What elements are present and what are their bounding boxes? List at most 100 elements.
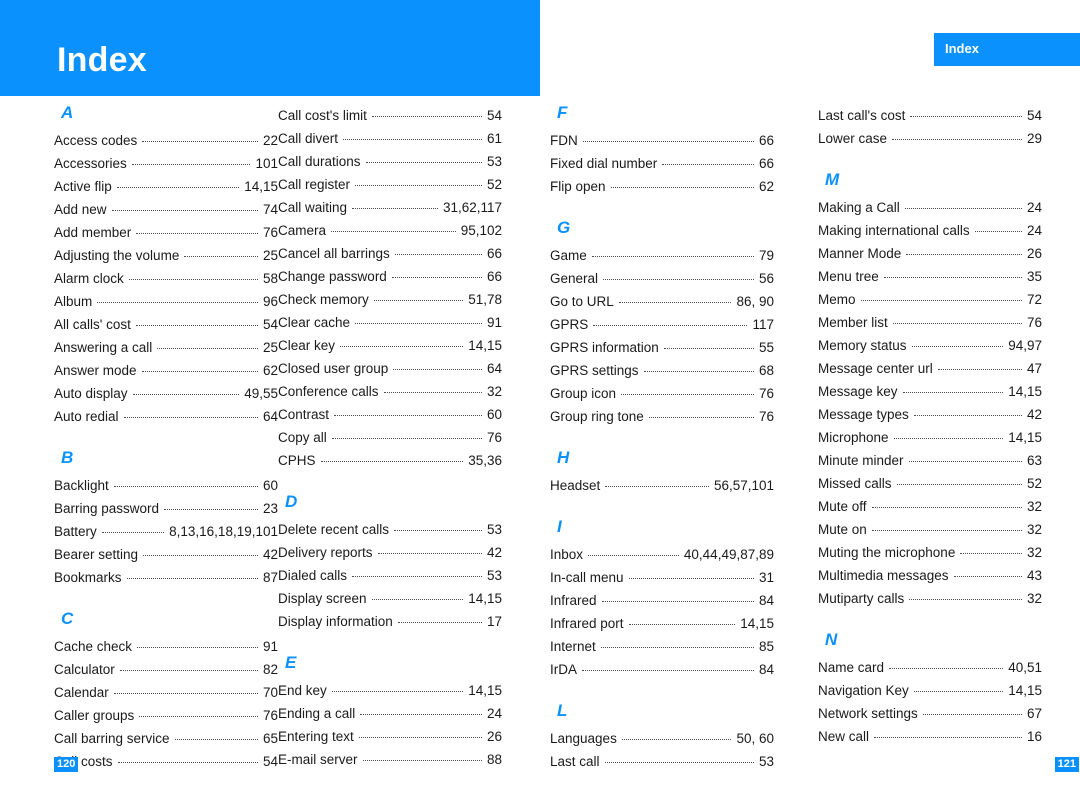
index-entry[interactable]: Check memory 51,78 <box>278 288 502 311</box>
index-entry[interactable]: Delivery reports 42 <box>278 541 502 564</box>
index-entry[interactable]: Missed calls 52 <box>818 472 1042 495</box>
index-entry[interactable]: Answering a call 25 <box>54 336 278 359</box>
index-entry[interactable]: Manner Mode 26 <box>818 242 1042 265</box>
index-entry[interactable]: Call waiting 31,62,117 <box>278 196 502 219</box>
index-entry[interactable]: Last call 53 <box>550 750 774 773</box>
index-entry[interactable]: Adjusting the volume 25 <box>54 244 278 267</box>
index-entry[interactable]: Member list 76 <box>818 311 1042 334</box>
index-entry[interactable]: Call costs 54 <box>54 750 278 773</box>
index-entry[interactable]: Multimedia messages 43 <box>818 564 1042 587</box>
index-entry[interactable]: Minute minder 63 <box>818 449 1042 472</box>
index-entry[interactable]: IrDA 84 <box>550 658 774 681</box>
index-entry[interactable]: Clear cache 91 <box>278 311 502 334</box>
index-entry[interactable]: Cancel all barrings 66 <box>278 242 502 265</box>
index-entry[interactable]: Call cost's limit 54 <box>278 104 502 127</box>
index-entry[interactable]: Muting the microphone 32 <box>818 541 1042 564</box>
index-entry[interactable]: Camera 95,102 <box>278 219 502 242</box>
index-entry[interactable]: Flip open 62 <box>550 175 774 198</box>
index-entry[interactable]: Delete recent calls 53 <box>278 518 502 541</box>
index-entry[interactable]: Mute on 32 <box>818 518 1042 541</box>
index-entry[interactable]: Calculator 82 <box>54 658 278 681</box>
index-entry[interactable]: Contrast 60 <box>278 403 502 426</box>
index-entry-page: 51,78 <box>468 292 502 307</box>
index-entry[interactable]: Ending a call 24 <box>278 702 502 725</box>
index-entry[interactable]: Message key 14,15 <box>818 380 1042 403</box>
index-entry[interactable]: Message center url 47 <box>818 357 1042 380</box>
index-entry[interactable]: Accessories 101 <box>54 152 278 175</box>
index-entry[interactable]: E-mail server 88 <box>278 748 502 771</box>
index-entry[interactable]: Making international calls 24 <box>818 219 1042 242</box>
index-entry[interactable]: Bearer setting 42 <box>54 543 278 566</box>
index-entry[interactable]: Fixed dial number 66 <box>550 152 774 175</box>
index-entry[interactable]: Infrared 84 <box>550 589 774 612</box>
index-entry[interactable]: FDN 66 <box>550 129 774 152</box>
index-entry-label: Microphone <box>818 430 889 445</box>
index-entry[interactable]: GPRS 117 <box>550 313 774 336</box>
index-entry-label: GPRS information <box>550 340 659 355</box>
index-entry[interactable]: Display information 17 <box>278 610 502 633</box>
index-entry[interactable]: Entering text 26 <box>278 725 502 748</box>
index-entry[interactable]: New call 16 <box>818 725 1042 748</box>
index-entry[interactable]: Active flip 14,15 <box>54 175 278 198</box>
index-entry[interactable]: All calls' cost 54 <box>54 313 278 336</box>
index-entry-label: Last call <box>550 754 600 769</box>
index-entry[interactable]: Answer mode 62 <box>54 359 278 382</box>
index-entry[interactable]: Languages 50, 60 <box>550 727 774 750</box>
index-entry[interactable]: Lower case 29 <box>818 127 1042 150</box>
index-entry[interactable]: Name card 40,51 <box>818 656 1042 679</box>
index-entry[interactable]: Backlight 60 <box>54 474 278 497</box>
index-entry[interactable]: Add new 74 <box>54 198 278 221</box>
index-entry[interactable]: Auto display 49,55 <box>54 382 278 405</box>
index-entry[interactable]: Display screen 14,15 <box>278 587 502 610</box>
index-entry[interactable]: Call register 52 <box>278 173 502 196</box>
index-entry[interactable]: Game 79 <box>550 244 774 267</box>
index-entry[interactable]: Clear key 14,15 <box>278 334 502 357</box>
index-entry[interactable]: Group ring tone 76 <box>550 405 774 428</box>
index-entry[interactable]: Making a Call 24 <box>818 196 1042 219</box>
index-entry[interactable]: General 56 <box>550 267 774 290</box>
index-entry[interactable]: Mutiparty calls 32 <box>818 587 1042 610</box>
index-entry[interactable]: Inbox 40,44,49,87,89 <box>550 543 774 566</box>
index-entry[interactable]: Battery 8,13,16,18,19,101 <box>54 520 278 543</box>
index-entry[interactable]: Call divert 61 <box>278 127 502 150</box>
index-entry[interactable]: Menu tree 35 <box>818 265 1042 288</box>
index-entry[interactable]: Navigation Key 14,15 <box>818 679 1042 702</box>
index-entry[interactable]: Cache check 91 <box>54 635 278 658</box>
index-entry[interactable]: Caller groups 76 <box>54 704 278 727</box>
index-entry[interactable]: Call barring service 65 <box>54 727 278 750</box>
index-entry[interactable]: Copy all 76 <box>278 426 502 449</box>
index-entry[interactable]: Microphone 14,15 <box>818 426 1042 449</box>
index-entry[interactable]: Access codes 22 <box>54 129 278 152</box>
index-entry[interactable]: Last call's cost 54 <box>818 104 1042 127</box>
index-entry-label: Call barring service <box>54 731 170 746</box>
index-entry[interactable]: Bookmarks 87 <box>54 566 278 589</box>
index-entry[interactable]: Alarm clock 58 <box>54 267 278 290</box>
index-entry[interactable]: Call durations 53 <box>278 150 502 173</box>
index-entry[interactable]: Internet 85 <box>550 635 774 658</box>
index-entry[interactable]: Network settings 67 <box>818 702 1042 725</box>
index-entry[interactable]: Change password 66 <box>278 265 502 288</box>
index-entry-label: Memo <box>818 292 856 307</box>
index-entry[interactable]: Group icon 76 <box>550 382 774 405</box>
index-entry[interactable]: Headset 56,57,101 <box>550 474 774 497</box>
index-entry[interactable]: GPRS information 55 <box>550 336 774 359</box>
index-entry[interactable]: Mute off 32 <box>818 495 1042 518</box>
index-entry[interactable]: Add member 76 <box>54 221 278 244</box>
index-entry[interactable]: In-call menu 31 <box>550 566 774 589</box>
index-entry[interactable]: Message types 42 <box>818 403 1042 426</box>
dot-leader <box>662 154 754 168</box>
index-entry[interactable]: Conference calls 32 <box>278 380 502 403</box>
index-entry[interactable]: Infrared port 14,15 <box>550 612 774 635</box>
index-entry[interactable]: Calendar 70 <box>54 681 278 704</box>
index-entry[interactable]: Go to URL 86, 90 <box>550 290 774 313</box>
index-entry[interactable]: Memory status 94,97 <box>818 334 1042 357</box>
index-entry[interactable]: GPRS settings 68 <box>550 359 774 382</box>
index-entry[interactable]: Auto redial 64 <box>54 405 278 428</box>
index-entry[interactable]: CPHS 35,36 <box>278 449 502 472</box>
index-entry[interactable]: Album 96 <box>54 290 278 313</box>
index-entry[interactable]: End key 14,15 <box>278 679 502 702</box>
index-entry[interactable]: Memo 72 <box>818 288 1042 311</box>
index-entry[interactable]: Barring password 23 <box>54 497 278 520</box>
index-entry[interactable]: Closed user group 64 <box>278 357 502 380</box>
index-entry[interactable]: Dialed calls 53 <box>278 564 502 587</box>
